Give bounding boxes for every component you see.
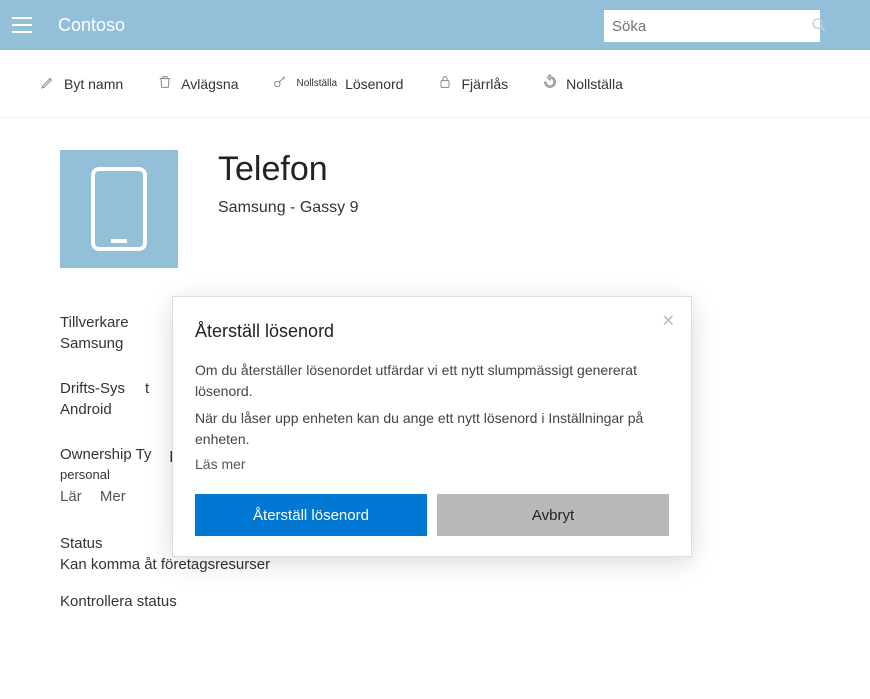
device-tile	[60, 150, 178, 268]
close-icon[interactable]: ✕	[662, 311, 675, 331]
learn-text: Lär	[60, 488, 82, 505]
key-icon	[272, 74, 288, 93]
hamburger-icon[interactable]	[12, 11, 40, 39]
search-input[interactable]	[612, 18, 811, 35]
remove-action[interactable]: Avlägsna	[157, 74, 238, 93]
reset-password-action[interactable]: Nollställa Lösenord	[272, 74, 403, 93]
action-bar: Byt namn Avlägsna Nollställa Lösenord Fj…	[0, 50, 870, 118]
search-icon[interactable]	[811, 17, 827, 36]
device-subtitle: Samsung - Gassy 9	[218, 199, 359, 217]
confirm-reset-button[interactable]: Återställ lösenord	[195, 494, 427, 536]
reset-pw-small-label: Nollställa	[296, 78, 337, 89]
cancel-button[interactable]: Avbryt	[437, 494, 669, 536]
pencil-icon	[40, 74, 56, 93]
remote-lock-label: Fjärrlås	[461, 76, 508, 92]
rename-action[interactable]: Byt namn	[40, 74, 123, 93]
device-title: Telefon	[218, 150, 359, 189]
top-bar: Contoso	[0, 0, 870, 50]
dialog-learn-more-link[interactable]: Läs mer	[195, 456, 669, 472]
check-status-link[interactable]: Kontrollera status	[60, 593, 830, 610]
reset-icon	[542, 74, 558, 93]
phone-icon	[89, 165, 149, 253]
brand-name: Contoso	[58, 15, 125, 36]
reset-action[interactable]: Nollställa	[542, 74, 623, 93]
dialog-title: Återställ lösenord	[195, 321, 669, 342]
trash-icon	[157, 74, 173, 93]
remove-label: Avlägsna	[181, 76, 238, 92]
lock-icon	[437, 74, 453, 93]
search-box[interactable]	[604, 10, 820, 42]
device-title-block: Telefon Samsung - Gassy 9	[218, 150, 359, 217]
reset-password-dialog: ✕ Återställ lösenord Om du återställer l…	[172, 296, 692, 557]
status-value: Kan komma åt företagsresurser	[60, 556, 830, 573]
dialog-body-2: När du låser upp enheten kan du ange ett…	[195, 408, 669, 450]
dialog-body-1: Om du återställer lösenordet utfärdar vi…	[195, 360, 669, 402]
dialog-buttons: Återställ lösenord Avbryt	[195, 494, 669, 536]
device-header: Telefon Samsung - Gassy 9	[60, 150, 830, 268]
reset-pw-label: Lösenord	[345, 76, 403, 92]
rename-label: Byt namn	[64, 76, 123, 92]
reset-label: Nollställa	[566, 76, 623, 92]
more-text: Mer	[100, 488, 126, 505]
remote-lock-action[interactable]: Fjärrlås	[437, 74, 508, 93]
